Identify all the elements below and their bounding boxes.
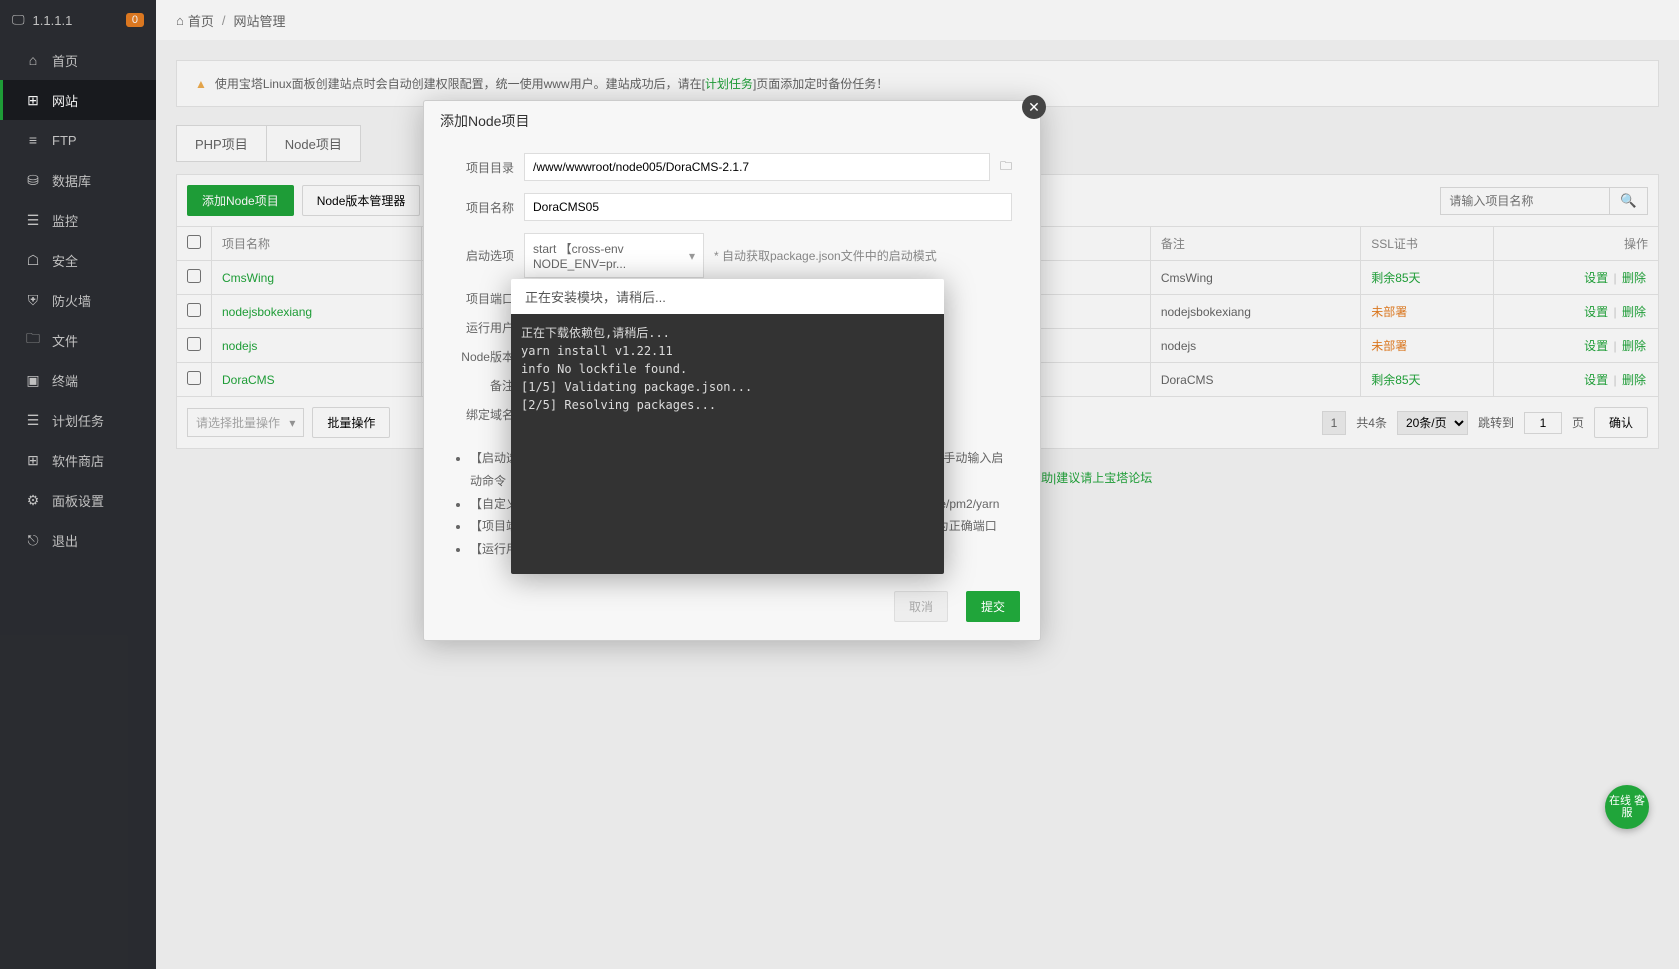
label-project-name: 项目名称 <box>452 199 514 216</box>
console-title: 正在安装模块，请稍后... <box>511 279 944 314</box>
label-bind-domain: 绑定域名 <box>452 406 514 423</box>
chevron-down-icon: ▾ <box>689 249 695 263</box>
close-icon[interactable]: ✕ <box>1022 95 1046 119</box>
modal-title: 添加Node项目 <box>424 101 1040 141</box>
label-start-option: 启动选项 <box>452 247 514 264</box>
label-remark: 备注 <box>452 377 514 394</box>
cancel-button[interactable]: 取消 <box>894 591 948 622</box>
start-option-hint: * 自动获取package.json文件中的启动模式 <box>714 247 937 264</box>
console-log: 正在下载依赖包,请稍后... yarn install v1.22.11 inf… <box>511 314 944 574</box>
project-name-input[interactable] <box>524 193 1012 221</box>
install-console: 正在安装模块，请稍后... 正在下载依赖包,请稍后... yarn instal… <box>511 279 944 574</box>
start-option-dropdown[interactable]: start 【cross-env NODE_ENV=pr... ▾ <box>524 233 704 278</box>
label-node-version: Node版本 <box>452 348 514 365</box>
submit-button[interactable]: 提交 <box>966 591 1020 622</box>
label-run-user: 运行用户 <box>452 319 514 336</box>
label-project-dir: 项目目录 <box>452 159 514 176</box>
folder-icon[interactable]: 🗀 <box>1000 157 1012 178</box>
support-fab[interactable]: 在线 客服 <box>1605 785 1649 829</box>
project-dir-input[interactable] <box>524 153 990 181</box>
label-project-port: 项目端口 <box>452 290 514 307</box>
